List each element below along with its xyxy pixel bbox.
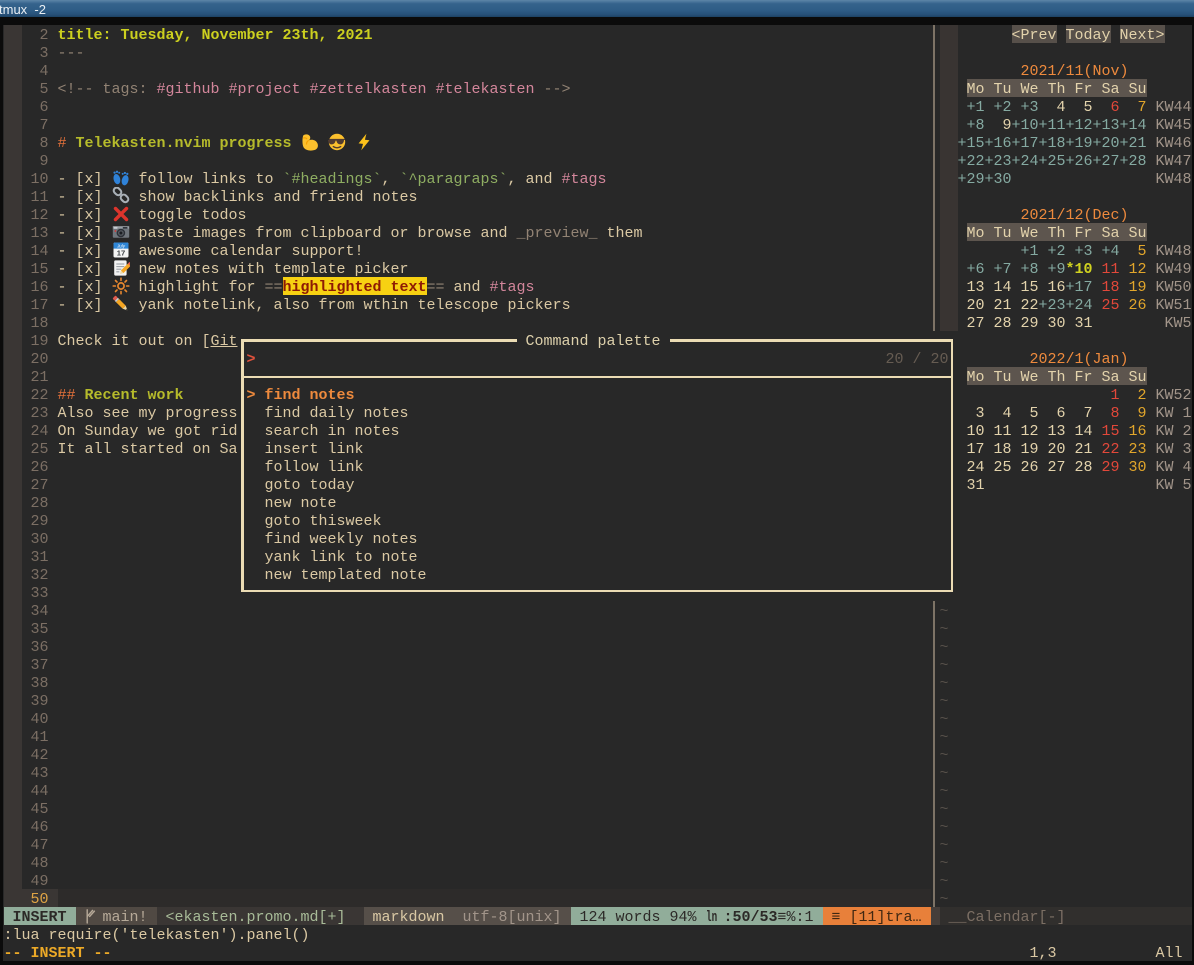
svg-text:17: 17 [116, 249, 124, 258]
